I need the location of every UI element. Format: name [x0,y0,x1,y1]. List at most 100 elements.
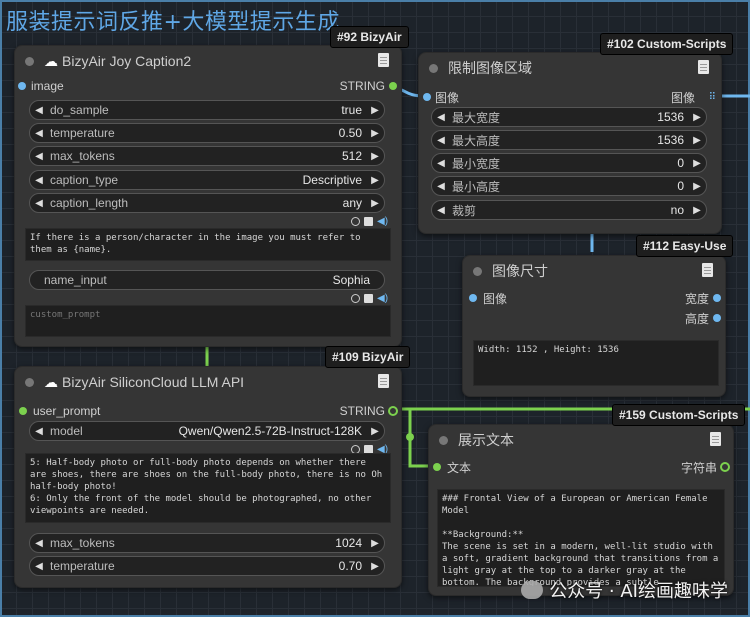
increment-arrow[interactable]: ▶ [688,181,706,192]
widget-value: true [341,103,362,117]
node-limit-image[interactable]: 限制图像区域 图像 图像 ⠿ ◀ 最大宽度 1536 ▶ ◀ 最大高度 1536 ▶ ◀ 最小… [418,52,722,234]
input-pin[interactable] [19,407,27,415]
widget-label: max_tokens [50,536,115,550]
decrement-arrow[interactable]: ◀ [30,175,48,186]
decrement-arrow[interactable]: ◀ [30,198,48,209]
output-pin[interactable] [388,406,398,416]
increment-arrow[interactable]: ▶ [688,158,706,169]
widget-max-tokens[interactable]: ◀ max_tokens 1024 ▶ [29,533,385,553]
node-joy-caption[interactable]: ☁ BizyAir Joy Caption2 image STRING ◀ do_… [14,45,402,347]
decrement-arrow[interactable]: ◀ [30,105,48,116]
decrement-arrow[interactable]: ◀ [30,128,48,139]
output-height-label: 高度 [684,311,709,326]
widget-temperature[interactable]: ◀ temperature 0.50 ▶ [29,123,385,143]
widget-caption-type[interactable]: ◀ caption_type Descriptive ▶ [29,170,385,190]
doc-icon[interactable] [702,263,713,277]
doc-icon[interactable] [698,60,709,74]
doc-icon[interactable] [710,432,721,446]
size-textarea[interactable]: Width: 1152 , Height: 1536 [473,340,719,386]
output-width-label: 宽度 [684,291,709,306]
text-controls[interactable]: ◀) [351,216,388,227]
increment-arrow[interactable]: ▶ [366,175,384,186]
widget-max-width[interactable]: ◀ 最大宽度 1536 ▶ [431,107,707,127]
collapse-dot[interactable] [25,56,34,66]
node-show-text[interactable]: 展示文本 文本 字符串 ### Frontal View of a Europe… [428,424,734,596]
io-row: user_prompt STRING [15,401,401,421]
node-header[interactable]: 限制图像区域 [419,53,721,83]
text-controls[interactable]: ◀) [351,293,388,304]
widget-do-sample[interactable]: ◀ do_sample true ▶ [29,100,385,120]
custom-prompt-textarea[interactable]: custom_prompt [25,305,391,337]
input-pin[interactable] [18,82,26,90]
widget-max-tokens[interactable]: ◀ max_tokens 512 ▶ [29,146,385,166]
widget-max-height[interactable]: ◀ 最大高度 1536 ▶ [431,130,707,150]
node-image-size[interactable]: 图像尺寸 图像 宽度 高度 Width: 1152 , Height: 1536 [462,255,726,397]
decrement-arrow[interactable]: ◀ [30,538,48,549]
increment-arrow[interactable]: ▶ [688,135,706,146]
decrement-arrow[interactable]: ◀ [432,135,450,146]
speaker-icon[interactable]: ◀) [377,293,388,304]
llm-textarea[interactable]: 5: Half-body photo or full-body photo de… [25,453,391,523]
collapse-dot[interactable] [25,377,34,387]
circle-icon[interactable] [351,294,360,303]
collapse-dot[interactable] [473,266,482,276]
output-width-pin[interactable] [713,294,721,302]
increment-arrow[interactable]: ▶ [366,151,384,162]
node-header[interactable]: ☁ BizyAir SiliconCloud LLM API [15,367,401,397]
widget-label: 最大宽度 [452,110,501,125]
doc-icon[interactable] [378,374,389,388]
node-title: 图像尺寸 [492,263,548,279]
output-height-pin[interactable] [713,314,721,322]
input-label: image [31,79,64,93]
widget-temperature[interactable]: ◀ temperature 0.70 ▶ [29,556,385,576]
output-pin[interactable] [720,462,730,472]
input-pin[interactable] [469,294,477,302]
circle-icon[interactable] [351,217,360,226]
grid-icon[interactable]: ⠿ [709,92,716,103]
doc-icon[interactable] [378,53,389,67]
widget-value: 1536 [657,110,684,124]
speaker-icon[interactable]: ◀) [377,216,388,227]
prompt-textarea[interactable]: If there is a person/character in the im… [25,228,391,261]
widget-name-input[interactable]: name_input Sophia [29,270,385,290]
increment-arrow[interactable]: ▶ [366,198,384,209]
input-pin[interactable] [423,93,431,101]
decrement-arrow[interactable]: ◀ [30,561,48,572]
widget-value: any [342,196,362,210]
checkbox[interactable] [364,217,373,226]
decrement-arrow[interactable]: ◀ [432,112,450,123]
widget-model[interactable]: ◀ model Qwen/Qwen2.5-72B-Instruct-128K ▶ [29,421,385,441]
io-row: 图像 宽度 [463,288,725,308]
badge-size: #112 Easy-Use [636,235,734,257]
node-header[interactable]: ☁ BizyAir Joy Caption2 [15,46,401,76]
widget-crop[interactable]: ◀ 裁剪 no ▶ [431,200,707,220]
widget-min-width[interactable]: ◀ 最小宽度 0 ▶ [431,153,707,173]
widget-min-height[interactable]: ◀ 最小高度 0 ▶ [431,176,707,196]
collapse-dot[interactable] [439,435,448,445]
input-pin[interactable] [433,463,441,471]
widget-label: caption_length [50,196,129,210]
widget-value: Qwen/Qwen2.5-72B-Instruct-128K [178,424,362,438]
node-header[interactable]: 展示文本 [429,425,733,455]
increment-arrow[interactable]: ▶ [366,561,384,572]
decrement-arrow[interactable]: ◀ [432,205,450,216]
output-pin[interactable] [389,82,397,90]
increment-arrow[interactable]: ▶ [366,128,384,139]
widget-caption-length[interactable]: ◀ caption_length any ▶ [29,193,385,213]
increment-arrow[interactable]: ▶ [366,105,384,116]
widget-label: name_input [44,273,107,287]
increment-arrow[interactable]: ▶ [366,538,384,549]
increment-arrow[interactable]: ▶ [366,426,384,437]
increment-arrow[interactable]: ▶ [688,205,706,216]
node-header[interactable]: 图像尺寸 [463,256,725,286]
show-textarea[interactable]: ### Frontal View of a European or Americ… [437,489,725,587]
node-llm-api[interactable]: ☁ BizyAir SiliconCloud LLM API user_prom… [14,366,402,588]
increment-arrow[interactable]: ▶ [688,112,706,123]
decrement-arrow[interactable]: ◀ [432,158,450,169]
decrement-arrow[interactable]: ◀ [30,426,48,437]
checkbox[interactable] [364,294,373,303]
decrement-arrow[interactable]: ◀ [432,181,450,192]
decrement-arrow[interactable]: ◀ [30,151,48,162]
collapse-dot[interactable] [429,63,438,73]
cloud-icon: ☁ [44,52,58,69]
